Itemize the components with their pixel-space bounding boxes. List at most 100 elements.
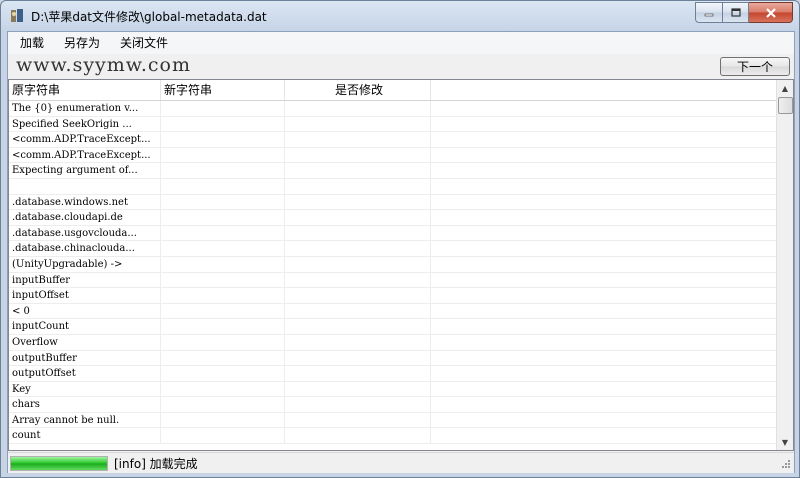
column-header-modified[interactable]: 是否修改 — [285, 80, 431, 100]
table-row[interactable]: .database.chinaclouda... — [9, 241, 779, 257]
scroll-thumb[interactable] — [778, 97, 793, 114]
table-row[interactable]: < 0 — [9, 303, 779, 320]
cell-modified[interactable] — [285, 178, 431, 194]
cell-original[interactable]: <comm.ADP.TraceExcept... — [9, 132, 161, 147]
table-row[interactable]: .database.windows.net — [9, 194, 779, 211]
cell-modified[interactable] — [285, 210, 431, 225]
cell-modified[interactable] — [285, 412, 431, 428]
cell-new[interactable] — [161, 350, 285, 366]
cell-new[interactable] — [161, 163, 285, 178]
cell-modified[interactable] — [285, 350, 431, 366]
cell-original[interactable]: Key — [9, 381, 161, 397]
cell-original[interactable]: (UnityUpgradable) -> — [9, 256, 161, 272]
cell-new[interactable] — [161, 225, 285, 241]
table-row[interactable]: Specified SeekOrigin ... — [9, 116, 779, 133]
cell-modified[interactable] — [285, 428, 431, 444]
table-row[interactable]: .database.cloudapi.de — [9, 210, 779, 226]
cell-new[interactable] — [161, 288, 285, 303]
cell-modified[interactable] — [285, 163, 431, 178]
menu-close-file[interactable]: 关闭文件 — [112, 32, 176, 54]
table-row[interactable]: .database.usgovclouda... — [9, 225, 779, 242]
cell-new[interactable] — [161, 334, 285, 350]
cell-new[interactable] — [161, 256, 285, 272]
scroll-down-icon[interactable]: ▼ — [777, 434, 793, 450]
cell-modified[interactable] — [285, 288, 431, 303]
table-row[interactable]: Key — [9, 381, 779, 398]
table-row[interactable]: (UnityUpgradable) -> — [9, 256, 779, 273]
table-row[interactable]: chars — [9, 397, 779, 413]
resize-grip-icon[interactable] — [779, 459, 791, 471]
cell-original[interactable]: <comm.ADP.TraceExcept... — [9, 147, 161, 163]
close-button[interactable] — [749, 2, 793, 23]
cell-original[interactable]: .database.windows.net — [9, 194, 161, 210]
menu-load[interactable]: 加载 — [12, 32, 52, 54]
maximize-button[interactable] — [723, 2, 749, 23]
cell-new[interactable] — [161, 210, 285, 225]
cell-modified[interactable] — [285, 397, 431, 412]
cell-modified[interactable] — [285, 101, 431, 116]
cell-modified[interactable] — [285, 147, 431, 163]
cell-new[interactable] — [161, 412, 285, 428]
cell-modified[interactable] — [285, 272, 431, 288]
cell-original[interactable]: inputBuffer — [9, 272, 161, 288]
cell-original[interactable] — [9, 178, 161, 194]
cell-modified[interactable] — [285, 194, 431, 210]
table-row[interactable]: inputBuffer — [9, 272, 779, 289]
cell-modified[interactable] — [285, 225, 431, 241]
cell-modified[interactable] — [285, 319, 431, 334]
title-bar[interactable]: D:\苹果dat文件修改\global-metadata.dat — [1, 1, 799, 31]
cell-new[interactable] — [161, 319, 285, 334]
table-row[interactable]: outputBuffer — [9, 350, 779, 367]
cell-new[interactable] — [161, 194, 285, 210]
table-row[interactable] — [9, 178, 779, 195]
table-row[interactable]: Expecting argument of... — [9, 163, 779, 179]
cell-original[interactable]: Specified SeekOrigin ... — [9, 116, 161, 132]
cell-original[interactable]: inputCount — [9, 319, 161, 334]
cell-new[interactable] — [161, 397, 285, 412]
cell-original[interactable]: Overflow — [9, 334, 161, 350]
cell-original[interactable]: The {0} enumeration v... — [9, 101, 161, 116]
cell-modified[interactable] — [285, 241, 431, 256]
table-row[interactable]: inputCount — [9, 319, 779, 335]
cell-original[interactable]: outputBuffer — [9, 350, 161, 366]
cell-new[interactable] — [161, 428, 285, 444]
column-header-new[interactable]: 新字符串 — [161, 80, 285, 100]
cell-original[interactable]: .database.usgovclouda... — [9, 225, 161, 241]
table-row[interactable]: <comm.ADP.TraceExcept... — [9, 132, 779, 148]
cell-original[interactable]: chars — [9, 397, 161, 412]
table-row[interactable]: outputOffset — [9, 366, 779, 382]
cell-new[interactable] — [161, 272, 285, 288]
cell-modified[interactable] — [285, 381, 431, 397]
scroll-up-icon[interactable]: ▲ — [777, 80, 793, 96]
cell-new[interactable] — [161, 366, 285, 381]
cell-original[interactable]: Expecting argument of... — [9, 163, 161, 178]
cell-original[interactable]: .database.chinaclouda... — [9, 241, 161, 256]
minimize-button[interactable] — [695, 2, 723, 23]
cell-modified[interactable] — [285, 116, 431, 132]
cell-new[interactable] — [161, 381, 285, 397]
cell-new[interactable] — [161, 241, 285, 256]
cell-original[interactable]: outputOffset — [9, 366, 161, 381]
cell-new[interactable] — [161, 116, 285, 132]
table-row[interactable]: Overflow — [9, 334, 779, 351]
menu-save-as[interactable]: 另存为 — [56, 32, 108, 54]
cell-new[interactable] — [161, 132, 285, 147]
cell-modified[interactable] — [285, 256, 431, 272]
vertical-scrollbar[interactable]: ▲ ▼ — [776, 80, 793, 450]
cell-new[interactable] — [161, 303, 285, 319]
cell-modified[interactable] — [285, 334, 431, 350]
table-row[interactable]: The {0} enumeration v... — [9, 101, 779, 117]
cell-modified[interactable] — [285, 366, 431, 381]
column-header-original[interactable]: 原字符串 — [9, 80, 161, 100]
table-row[interactable]: Array cannot be null. — [9, 412, 779, 429]
table-row[interactable]: inputOffset — [9, 288, 779, 304]
cell-original[interactable]: inputOffset — [9, 288, 161, 303]
cell-modified[interactable] — [285, 132, 431, 147]
cell-original[interactable]: .database.cloudapi.de — [9, 210, 161, 225]
cell-new[interactable] — [161, 178, 285, 194]
cell-original[interactable]: count — [9, 428, 161, 444]
cell-new[interactable] — [161, 101, 285, 116]
cell-original[interactable]: Array cannot be null. — [9, 412, 161, 428]
cell-original[interactable]: < 0 — [9, 303, 161, 319]
next-button[interactable]: 下一个 — [720, 57, 790, 76]
